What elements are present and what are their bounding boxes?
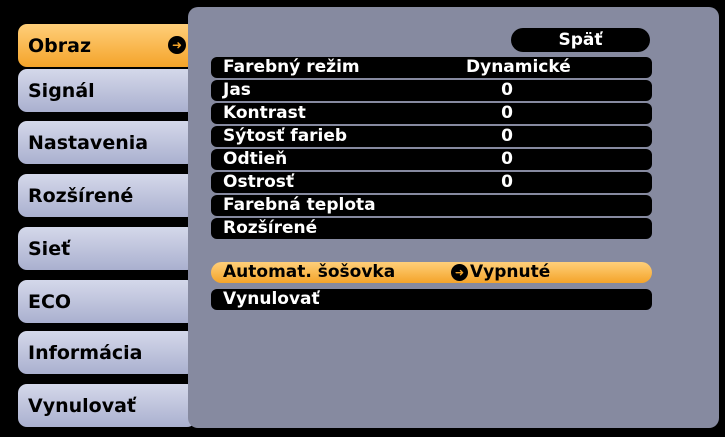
tab-label: Nastavenia: [28, 131, 149, 154]
row-label: Farebný režim: [223, 57, 360, 77]
tab-nastavenia[interactable]: Nastavenia: [18, 121, 196, 164]
menu-row-ostrost[interactable]: Ostrosť 0: [211, 172, 652, 193]
tab-label: Sieť: [28, 237, 71, 260]
menu-row-odtien[interactable]: Odtieň 0: [211, 149, 652, 170]
menu-row-rozsirene[interactable]: Rozšírené: [211, 218, 652, 239]
tab-vynulovat[interactable]: Vynulovať: [18, 384, 196, 427]
enter-icon: ➜: [451, 264, 468, 281]
row-label: Farebná teplota: [223, 195, 376, 215]
tab-informacia[interactable]: Informácia: [18, 331, 196, 374]
row-label: Ostrosť: [223, 172, 295, 192]
row-label: Automat. šošovka: [223, 262, 396, 282]
row-value: Vypnuté: [470, 262, 551, 282]
tab-label: Informácia: [28, 341, 143, 364]
menu-row-sytost-farieb[interactable]: Sýtosť farieb 0: [211, 126, 652, 147]
menu-row-kontrast[interactable]: Kontrast 0: [211, 103, 652, 124]
row-value: 0: [501, 80, 513, 100]
enter-icon: ➜: [168, 36, 186, 54]
row-label: Vynulovať: [223, 289, 320, 309]
tab-label: Obraz: [28, 34, 92, 57]
tab-label: Signál: [28, 79, 95, 102]
row-value: 0: [501, 103, 513, 123]
tab-siet[interactable]: Sieť: [18, 227, 196, 270]
tab-label: Vynulovať: [28, 394, 136, 417]
row-label: Sýtosť farieb: [223, 126, 348, 146]
tab-label: ECO: [28, 290, 72, 313]
tab-signal[interactable]: Signál: [18, 69, 196, 112]
row-value: 0: [501, 172, 513, 192]
row-value: 0: [501, 149, 513, 169]
row-label: Odtieň: [223, 149, 288, 169]
menu-row-jas[interactable]: Jas 0: [211, 80, 652, 101]
tab-obraz[interactable]: Obraz ➜: [18, 24, 196, 67]
row-label: Kontrast: [223, 103, 306, 123]
row-value: Dynamické: [466, 57, 571, 77]
tab-label: Rozšírené: [28, 184, 134, 207]
row-value: 0: [501, 126, 513, 146]
tab-rozsirene[interactable]: Rozšírené: [18, 174, 196, 217]
row-label: Rozšírené: [223, 218, 318, 238]
menu-row-automat-sosovka[interactable]: Automat. šošovka ➜ Vypnuté: [211, 262, 652, 283]
tab-eco[interactable]: ECO: [18, 280, 196, 323]
menu-row-vynulovat[interactable]: Vynulovať: [211, 289, 652, 310]
menu-row-farebny-rezim[interactable]: Farebný režim Dynamické: [211, 57, 652, 78]
row-label: Jas: [223, 80, 251, 100]
back-button[interactable]: Späť: [511, 28, 650, 52]
sidebar: Obraz ➜ Signál Nastavenia Rozšírené Sieť…: [6, 0, 196, 437]
menu-row-farebna-teplota[interactable]: Farebná teplota: [211, 195, 652, 216]
